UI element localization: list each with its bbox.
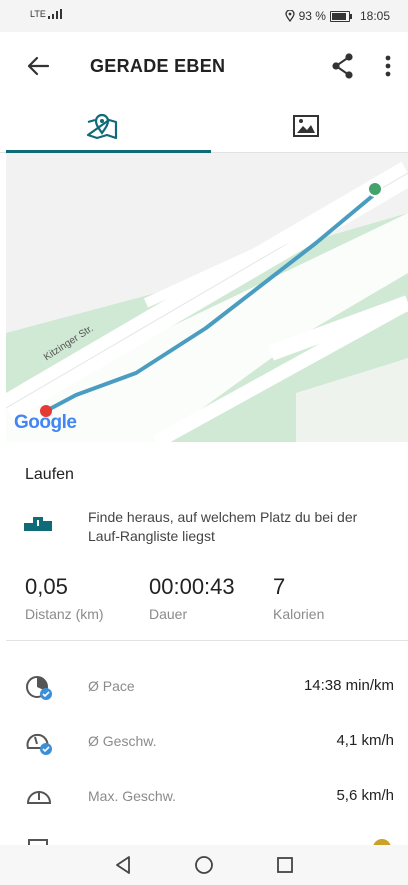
metric-row-partial: [0, 833, 408, 845]
ranking-text[interactable]: Finde heraus, auf welchem Platz du bei d…: [88, 508, 393, 546]
metric-value: 5,6 km/h: [336, 787, 394, 804]
metric-label: Ø Geschw.: [88, 733, 157, 749]
app-header: GERADE EBEN: [0, 32, 408, 100]
google-logo: Google: [14, 412, 77, 433]
metric-label: Ø Pace: [88, 678, 135, 694]
tab-photos[interactable]: [204, 100, 408, 152]
end-marker: [367, 181, 383, 197]
status-right: 93 % 18:05: [284, 9, 390, 23]
gauge-icon: [26, 791, 52, 804]
image-icon: [293, 115, 319, 137]
stat-label: Distanz (km): [25, 606, 104, 622]
stat-value: 7: [273, 574, 286, 599]
system-nav-bar: [0, 845, 408, 885]
clock: 18:05: [359, 9, 390, 23]
nav-back-icon[interactable]: [110, 853, 136, 877]
more-vertical-icon[interactable]: [378, 52, 398, 80]
share-icon[interactable]: [330, 52, 356, 80]
location-icon: [284, 10, 295, 22]
arrow-back-icon[interactable]: [24, 52, 52, 80]
nav-home-icon[interactable]: [191, 853, 217, 877]
activity-type: Laufen: [25, 466, 74, 483]
route-map[interactable]: [6, 153, 408, 442]
ranking-row[interactable]: Finde heraus, auf welchem Platz du bei d…: [0, 505, 408, 549]
map-canvas: [6, 153, 408, 442]
nav-recents-icon[interactable]: [272, 853, 298, 877]
pace-icon: [26, 676, 52, 700]
network-indicator: LTE: [30, 9, 63, 19]
divider: [6, 640, 408, 641]
metric-row-max-speed: Max. Geschw. 5,6 km/h: [0, 778, 408, 818]
metric-row-avg-speed: Ø Geschw. 4,1 km/h: [0, 723, 408, 763]
stat-label: Kalorien: [273, 606, 325, 622]
podium-icon: [24, 517, 52, 531]
stat-value: 0,05: [25, 574, 68, 599]
stat-label: Dauer: [149, 606, 188, 622]
stat-value: 00:00:43: [149, 574, 235, 599]
battery-icon: [329, 10, 352, 22]
metric-value: 4,1 km/h: [336, 732, 394, 749]
stat-calories: 7 Kalorien: [273, 574, 324, 622]
stat-distance: 0,05 Distanz (km): [25, 574, 104, 622]
speedometer-icon: [26, 733, 52, 755]
tab-map[interactable]: [0, 100, 204, 152]
network-label: LTE: [30, 9, 46, 19]
metric-label: Max. Geschw.: [88, 788, 176, 804]
metric-value: 14:38 min/km: [303, 677, 394, 694]
coin-icon: [373, 839, 391, 845]
battery-percent: 93 %: [298, 9, 326, 23]
map-pin-icon: [86, 113, 118, 140]
status-bar: LTE 93 % 18:05: [0, 0, 408, 32]
stat-duration: 00:00:43 Dauer: [149, 574, 235, 622]
metric-row-pace: Ø Pace 14:38 min/km: [0, 668, 408, 708]
page-title: GERADE EBEN: [90, 56, 226, 76]
tab-bar: [0, 100, 408, 153]
signal-icon: [48, 9, 63, 19]
